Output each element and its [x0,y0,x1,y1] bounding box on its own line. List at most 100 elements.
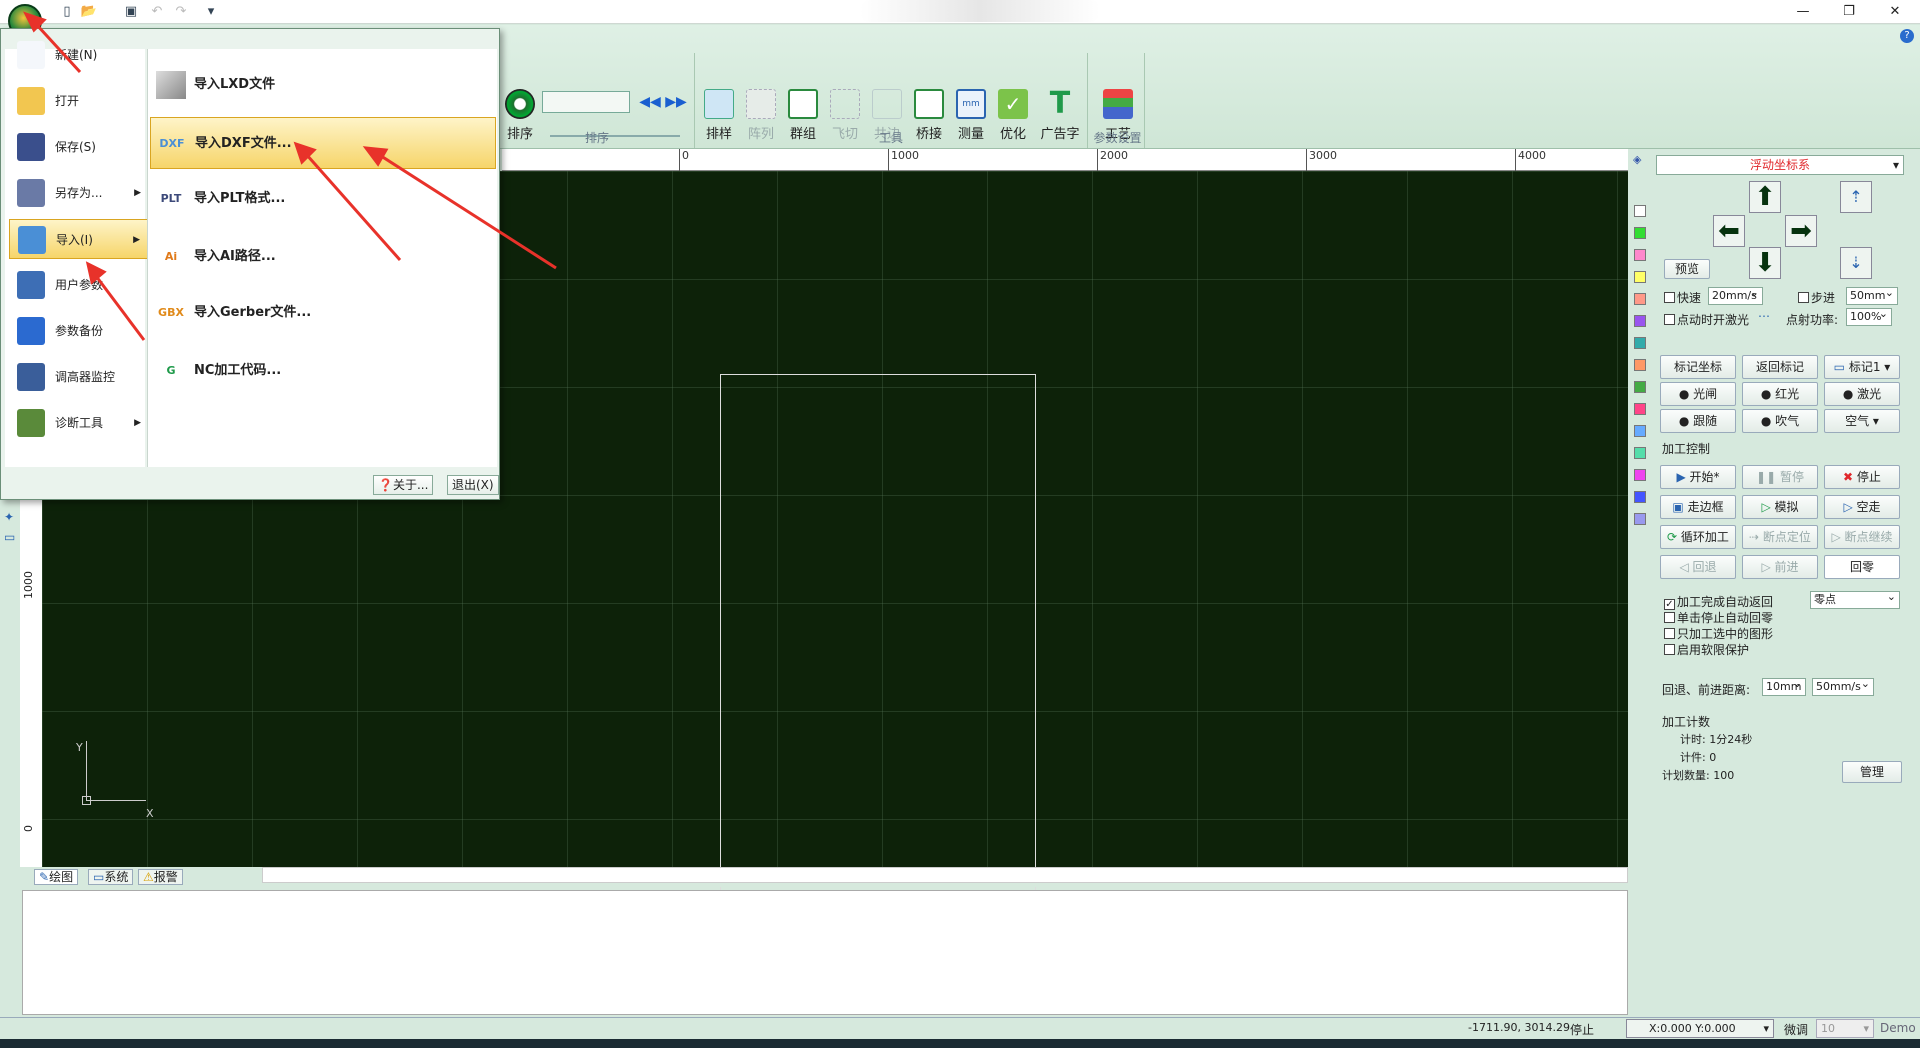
advance-button[interactable]: ▷ 前进 [1742,555,1818,579]
retreat-speed-select[interactable]: 50mm/s [1812,676,1874,696]
pulse-laser-checkbox[interactable]: 点动时开激光 [1664,311,1749,328]
import-item-3[interactable]: Ai 导入AI路径... [150,231,496,283]
sort-nav-icon[interactable]: ◀◀ ▶▶ [638,91,688,113]
stop-home-checkbox[interactable]: 单击停止自动回零 [1664,609,1773,626]
z-down-icon[interactable]: ⇣ [1840,247,1872,279]
tab-drawing[interactable]: ✎绘图 [34,869,79,885]
fine-tune-select[interactable]: 10 ▾ [1816,1019,1874,1038]
import-item-1[interactable]: DXF 导入DXF文件... [150,117,496,169]
undo-icon[interactable]: ↶ [148,3,166,21]
shutter-button[interactable]: ● 光闸 [1660,382,1736,406]
layer-icon[interactable]: ◈ [1633,153,1641,166]
return-target-select[interactable]: 零点 [1810,589,1900,609]
tab-alarm[interactable]: ⚠报警 [138,869,183,885]
step-checkbox[interactable]: 步进 [1798,289,1835,306]
start-button[interactable]: ▶ 开始* [1660,465,1736,489]
retreat-distance-select[interactable]: 10mm [1762,676,1806,696]
layer-swatch[interactable] [1634,469,1646,481]
menu-item-0[interactable]: 新建(N) [9,35,149,75]
menu-item-8[interactable]: 诊断工具 ▶ [9,403,149,443]
new-file-icon[interactable]: ▯ [58,3,76,21]
menu-item-2[interactable]: 保存(S) [9,127,149,167]
more-icon[interactable]: ⋯ [1758,309,1770,323]
minimize-icon[interactable]: — [1780,0,1826,24]
wand-icon[interactable]: ✦ [4,510,14,524]
follow-button[interactable]: ● 跟随 [1660,409,1736,433]
point-power-select[interactable]: 100% [1846,306,1892,326]
blow-button[interactable]: ● 吹气 [1742,409,1818,433]
close-icon[interactable]: ✕ [1872,0,1918,24]
x-axis-line [86,800,146,801]
backup-gear-icon [17,317,45,345]
menu-item-4[interactable]: 导入(I) ▶ [9,219,149,259]
z-up-icon[interactable]: ⇡ [1840,181,1872,213]
soft-limit-checkbox[interactable]: 启用软限保护 [1664,641,1749,658]
auto-return-checkbox[interactable]: ✓ 加工完成自动返回 [1664,593,1773,610]
move-right-icon[interactable]: ➡ [1785,215,1817,247]
menu-item-5[interactable]: 用户参数 [9,265,149,305]
layer-swatch[interactable] [1634,205,1646,217]
preview-button[interactable]: 预览 [1664,259,1710,279]
horizontal-scrollbar[interactable] [262,867,1628,883]
mark-coord-button[interactable]: 标记坐标 [1660,355,1736,379]
layer-swatch[interactable] [1634,293,1646,305]
import-item-0[interactable]: 导入LXD文件 [150,59,496,111]
layer-swatch[interactable] [1634,425,1646,437]
restore-icon[interactable]: ❐ [1826,0,1872,24]
frame-button[interactable]: ▣ 走边框 [1660,495,1736,519]
fast-speed-select[interactable]: 20mm/s [1708,285,1763,305]
stop-button[interactable]: ✖ 停止 [1824,465,1900,489]
position-select[interactable]: X:0.000 Y:0.000 ▾ [1626,1019,1774,1038]
layer-swatch[interactable] [1634,381,1646,393]
redo-icon[interactable]: ↷ [172,3,190,21]
move-up-icon[interactable]: ⬆ [1749,181,1781,213]
coord-mode-select[interactable]: 浮动坐标系 ▾ [1656,155,1904,175]
red-light-button[interactable]: ● 红光 [1742,382,1818,406]
customize-quick-access-icon[interactable]: ▾ [202,3,220,21]
return-mark-button[interactable]: 返回标记 [1742,355,1818,379]
manage-button[interactable]: 管理 [1842,761,1902,783]
step-value-select[interactable]: 50mm [1846,285,1898,305]
menu-item-6[interactable]: 参数备份 [9,311,149,351]
import-item-2[interactable]: PLT 导入PLT格式... [150,173,496,225]
sort-order-buttons[interactable] [542,91,630,113]
layer-swatch[interactable] [1634,227,1646,239]
menu-item-7[interactable]: 调高器监控 [9,357,149,397]
layer-swatch[interactable] [1634,513,1646,525]
move-left-icon[interactable]: ⬅ [1713,215,1745,247]
mark1-select[interactable]: ▭ 标记1 ▾ [1824,355,1900,379]
layer-swatch[interactable] [1634,249,1646,261]
selected-only-checkbox[interactable]: 只加工选中的图形 [1664,625,1773,642]
pause-button[interactable]: ❚❚ 暂停 [1742,465,1818,489]
laser-button[interactable]: ● 激光 [1824,382,1900,406]
simulate-button[interactable]: ▷ 模拟 [1742,495,1818,519]
layer-swatch[interactable] [1634,491,1646,503]
bp-locate-button[interactable]: ⇢ 断点定位 [1742,525,1818,549]
help-icon[interactable]: ? [1900,29,1914,43]
dry-run-button[interactable]: ▷ 空走 [1824,495,1900,519]
layer-swatch[interactable] [1634,337,1646,349]
layer-swatch[interactable] [1634,359,1646,371]
air-select[interactable]: 空气 ▾ [1824,409,1900,433]
layer-swatch[interactable] [1634,271,1646,283]
layer-swatch[interactable] [1634,315,1646,327]
home-button[interactable]: 回零 [1824,555,1900,579]
menu-item-1[interactable]: 打开 [9,81,149,121]
open-folder-icon[interactable]: 📂 [80,3,98,21]
about-button[interactable]: ❓关于... [373,475,434,495]
move-down-icon[interactable]: ⬇ [1749,247,1781,279]
page-icon[interactable]: ▭ [4,530,15,544]
menu-item-3[interactable]: 另存为... ▶ [9,173,149,213]
tab-system[interactable]: ▭系统 [88,869,134,885]
layer-swatch[interactable] [1634,403,1646,415]
y-axis-line [86,741,87,801]
bp-continue-button[interactable]: ▷ 断点继续 [1824,525,1900,549]
layer-swatch[interactable] [1634,447,1646,459]
retreat-button[interactable]: ◁ 回退 [1660,555,1736,579]
exit-button[interactable]: 退出(X) [447,475,499,495]
import-item-4[interactable]: GBX 导入Gerber文件... [150,287,496,339]
loop-button[interactable]: ⟳ 循环加工 [1660,525,1736,549]
save-icon[interactable]: ▣ [122,3,140,21]
import-item-5[interactable]: G NC加工代码... [150,345,496,397]
fast-checkbox[interactable]: 快速 [1664,289,1701,306]
